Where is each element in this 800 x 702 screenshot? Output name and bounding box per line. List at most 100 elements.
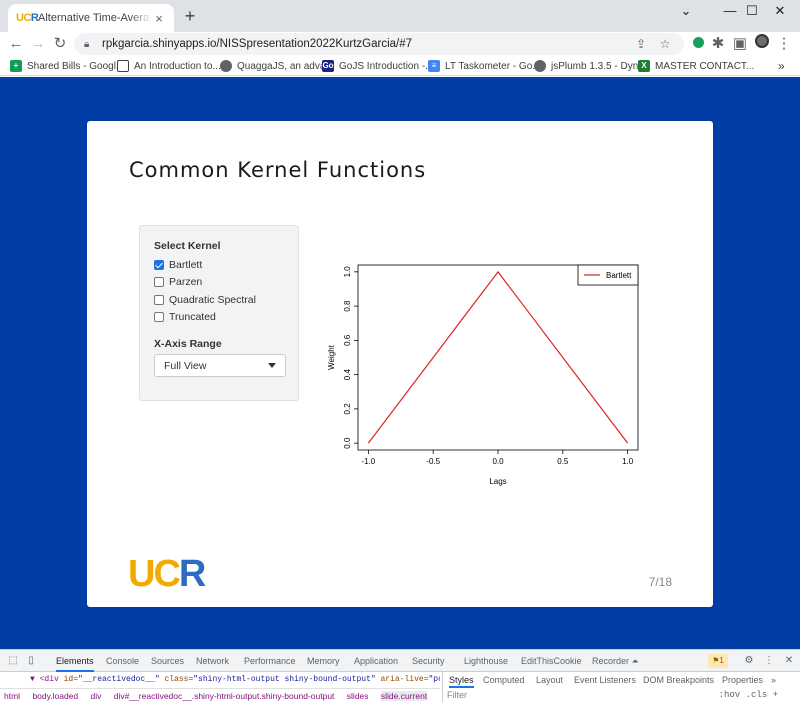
event-listeners-tab[interactable]: Event Listeners [574,672,636,688]
bookmark-label: MASTER CONTACT... [655,60,755,72]
dom-breakpoints-tab[interactable]: DOM Breakpoints [643,672,714,688]
devtools-tab-security[interactable]: Security [412,650,445,672]
bookmarks-bar: + Shared Bills - Googl... An Introduction… [0,56,800,76]
ucr-logo: UCR [128,553,206,595]
devtools-tab-lighthouse[interactable]: Lighthouse [464,650,508,672]
kernel-chart: -1.0 -0.5 0.0 0.5 1.0 0.0 0.2 0.4 0.6 0.8 1.0 Lags W… [327,264,639,486]
devtools-tab-network[interactable]: Network [196,650,229,672]
y-tick-label: 0.4 [343,369,352,381]
close-window-button[interactable]: ✕ [758,0,800,22]
devtools-menu-icon[interactable]: ⋮ [762,654,776,668]
legend-label: Bartlett [606,271,632,280]
bookmark-item[interactable]: jsPlumb 1.3.5 - Dyn... [534,58,647,74]
extensions-puzzle-icon[interactable]: ✱ [708,34,728,54]
y-tick-label: 1.0 [343,266,352,278]
bookmark-star-icon[interactable]: ☆ [656,37,674,51]
settings-gear-icon[interactable]: ⚙ [742,654,756,668]
devtools-panel: ⬚ ▯ Elements Console Sources Network Per… [0,649,800,702]
layout-tab[interactable]: Layout [536,672,563,688]
devtools-tab-bar: ⬚ ▯ Elements Console Sources Network Per… [0,650,800,672]
kernel-option-quadratic-spectral[interactable]: Quadratic Spectral [154,291,284,309]
devtools-tab-sources[interactable]: Sources [151,650,184,672]
checkbox-label: Bartlett [169,258,203,271]
extension-green-icon[interactable] [688,34,708,54]
breadcrumb-item-current[interactable]: slide.current [380,691,428,701]
bookmark-item[interactable]: X MASTER CONTACT... [638,58,754,74]
slide-title: Common Kernel Functions [129,158,427,182]
bookmark-item[interactable]: Go GoJS Introduction -... [322,58,434,74]
bookmark-label: An Introduction to... [134,60,221,72]
x-tick-label: 1.0 [622,457,634,466]
menu-kebab-icon[interactable]: ⋮ [774,34,794,54]
devtools-tab-console[interactable]: Console [106,650,139,672]
checkbox-label: Parzen [169,276,203,289]
styles-filter-input[interactable]: Filter [447,690,467,700]
side-panel-icon[interactable]: ▣ [730,34,750,54]
reload-icon[interactable]: ↻ [50,34,70,54]
tab-close-icon[interactable]: × [152,11,166,26]
browser-tab-active[interactable]: UCR Alternative Time-Average Covari × [8,4,174,32]
inspect-element-icon[interactable]: ⬚ [6,654,20,668]
controls-panel: Select Kernel Bartlett Parzen Quadratic … [139,225,299,401]
checkbox[interactable] [154,277,164,288]
dom-tree-line[interactable]: ▼ <div id="__reactivedoc__" class="shiny… [0,672,440,688]
back-arrow-icon[interactable]: ← [6,34,26,54]
browser-toolbar: ← → ↻ 🔒︎ rpkgarcia.shinyapps.io/NISSpres… [0,32,800,56]
y-tick-label: 0.6 [343,334,352,346]
excel-icon: X [638,60,650,72]
device-toolbar-icon[interactable]: ▯ [24,654,38,668]
url-text[interactable]: rpkgarcia.shinyapps.io/NISSpresentation2… [102,38,626,50]
computed-tab[interactable]: Computed [483,672,525,688]
breadcrumb-item[interactable]: slides [347,691,369,701]
globe-icon [220,60,232,72]
bookmark-label: jsPlumb 1.3.5 - Dyn... [551,60,647,72]
devtools-tab-application[interactable]: Application [354,650,398,672]
devtools-tab-editthiscookie[interactable]: EditThisCookie [521,650,582,672]
breadcrumb-item[interactable]: div#__reactivedoc__.shiny-html-output.sh… [114,691,335,701]
devtools-tab-elements[interactable]: Elements [56,650,94,672]
forward-arrow-icon[interactable]: → [28,34,48,54]
bookmarks-overflow-button[interactable]: » [778,58,785,74]
slide-page-number: 7/18 [648,575,672,589]
bookmark-item[interactable]: An Introduction to... [117,58,221,74]
share-icon[interactable]: ⇪ [632,37,650,51]
checkbox[interactable] [154,259,164,270]
bookmark-item[interactable]: QuaggaJS, an adva... [220,58,334,74]
select-kernel-label: Select Kernel [154,240,221,252]
breadcrumb-item[interactable]: body.loaded [32,691,78,701]
dom-breadcrumbs: html body.loaded div div#__reactivedoc__… [0,688,440,702]
checkbox[interactable] [154,312,164,323]
address-bar[interactable]: 🔒︎ rpkgarcia.shinyapps.io/NISSpresentati… [74,33,684,55]
page-background: Common Kernel Functions Select Kernel Ba… [0,77,800,649]
bookmark-label: GoJS Introduction -... [339,60,434,72]
devtools-tab-memory[interactable]: Memory [307,650,340,672]
ucr-favicon-icon: UCR [16,12,39,24]
breadcrumb-item[interactable]: html [4,691,20,701]
kernel-option-parzen[interactable]: Parzen [154,274,284,292]
docs-icon: ≡ [428,60,440,72]
styles-tab[interactable]: Styles [449,672,474,688]
devtools-tab-performance[interactable]: Performance [244,650,296,672]
devtools-tab-recorder[interactable]: Recorder ⏶ [592,650,639,672]
checkbox-label: Quadratic Spectral [169,293,256,306]
issues-badge[interactable]: ⚑1 [708,654,728,668]
kernel-option-bartlett[interactable]: Bartlett [154,256,284,274]
hov-cls-controls[interactable]: :hov .cls + [719,690,778,700]
bookmark-item[interactable]: ≡ LT Taskometer - Go... [428,58,541,74]
kernel-option-truncated[interactable]: Truncated [154,309,284,327]
x-tick-label: 0.0 [492,457,504,466]
profile-avatar-icon[interactable] [752,34,772,54]
bookmark-label: Shared Bills - Googl... [27,60,125,72]
checkbox[interactable] [154,294,164,305]
new-tab-button[interactable]: + [180,6,200,26]
devtools-close-icon[interactable]: ✕ [782,654,796,668]
breadcrumb-item[interactable]: div [91,691,102,701]
x-tick-label: -0.5 [426,457,440,466]
x-axis-range-select[interactable]: Full View [154,354,286,377]
properties-tab[interactable]: Properties [722,672,763,688]
y-axis-title: Weight [327,344,336,370]
checkbox-label: Truncated [169,311,216,324]
more-tabs-button[interactable]: » [771,672,776,688]
tab-search-icon[interactable]: ⌄ [664,0,708,22]
bookmark-item[interactable]: + Shared Bills - Googl... [10,58,124,74]
